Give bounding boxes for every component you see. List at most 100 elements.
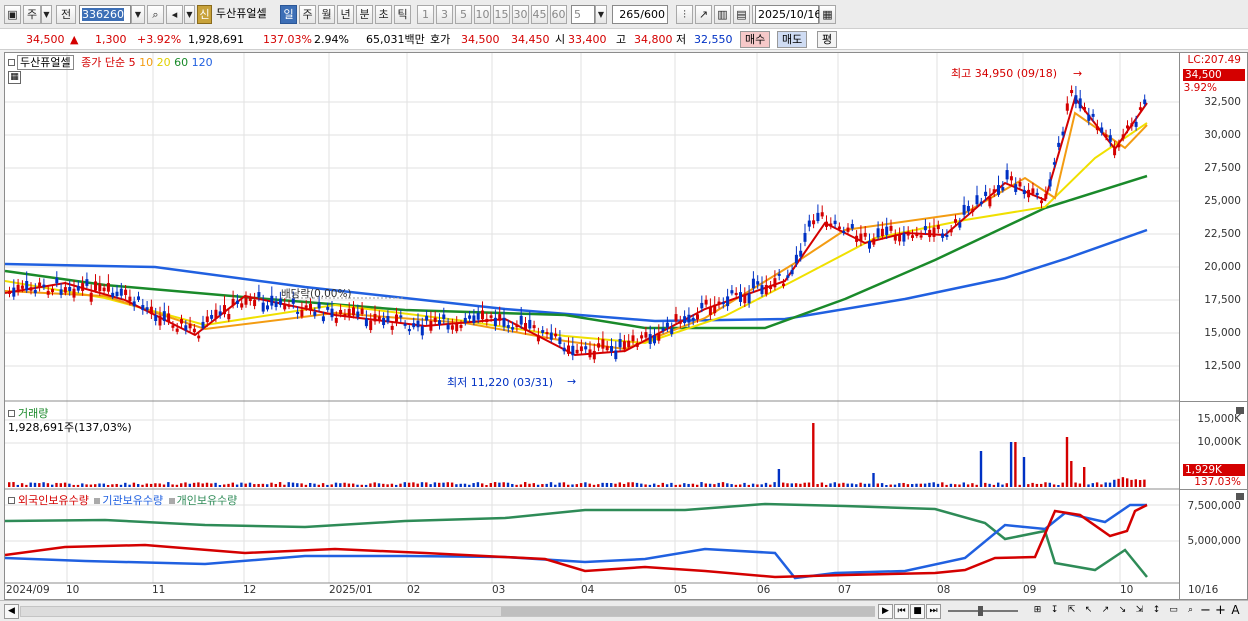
tool-icon-3[interactable]: ⇱ bbox=[1064, 604, 1079, 619]
chart-canvas[interactable]: →→ bbox=[5, 53, 1179, 599]
interval-label: 15 bbox=[494, 8, 509, 21]
period-minute-button[interactable]: 분 bbox=[356, 5, 373, 24]
prev-button[interactable]: 전 bbox=[56, 5, 76, 24]
calendar-icon[interactable]: ▦ bbox=[819, 5, 836, 24]
speaker-icon[interactable]: ◂ bbox=[166, 5, 183, 24]
candle-icon[interactable]: ⫶ bbox=[676, 5, 693, 24]
interval-5-button[interactable]: 5 bbox=[455, 5, 472, 24]
candle-body bbox=[235, 300, 239, 304]
scroll-track[interactable] bbox=[20, 606, 875, 617]
volume-bar bbox=[356, 484, 359, 487]
market-label: 주 bbox=[26, 8, 38, 21]
volume-bar bbox=[300, 483, 303, 487]
table-icon[interactable]: ▦ bbox=[8, 71, 21, 84]
tool-icon-1[interactable]: ⊞ bbox=[1030, 604, 1045, 619]
window-menu-icon[interactable]: ▣ bbox=[4, 5, 21, 24]
search-icon[interactable]: ⌕ bbox=[147, 5, 164, 24]
x-tick: 09 bbox=[1023, 584, 1037, 596]
scroll-right-icon[interactable]: ▶ bbox=[878, 604, 893, 619]
period-week-button[interactable]: 주 bbox=[299, 5, 316, 24]
volume-bar bbox=[923, 483, 927, 487]
period-year-button[interactable]: 년 bbox=[337, 5, 354, 24]
candle-body bbox=[132, 301, 136, 307]
last-page-icon[interactable]: ⏭ bbox=[926, 604, 941, 619]
maximize-icon[interactable] bbox=[1236, 493, 1244, 500]
tool-icon-8[interactable]: ↕ bbox=[1149, 604, 1164, 619]
candle-body bbox=[1057, 142, 1061, 147]
interval-10-button[interactable]: 10 bbox=[474, 5, 491, 24]
volume-bar bbox=[489, 483, 492, 487]
tool-icon-9[interactable]: ▭ bbox=[1166, 604, 1181, 619]
sell-button[interactable]: 매도 bbox=[777, 31, 808, 48]
legend-stock-name[interactable]: 두산퓨얼셀 bbox=[17, 55, 74, 70]
interval-45-button[interactable]: 45 bbox=[531, 5, 548, 24]
count-input[interactable]: 265/600 bbox=[612, 5, 668, 24]
candle-body bbox=[201, 321, 205, 328]
interval-60-button[interactable]: 60 bbox=[550, 5, 567, 24]
x-tick: 10 bbox=[66, 584, 80, 596]
volume-bar bbox=[334, 482, 338, 487]
stock-code-input[interactable]: 336260 bbox=[79, 5, 131, 24]
tool-icon-2[interactable]: ↧ bbox=[1047, 604, 1062, 619]
interval-1-button[interactable]: 1 bbox=[417, 5, 434, 24]
speaker-dropdown-icon[interactable]: ▼ bbox=[184, 5, 195, 24]
market-select[interactable]: 주 bbox=[23, 5, 41, 24]
candle-body bbox=[614, 350, 618, 360]
stop-icon[interactable]: ■ bbox=[910, 604, 925, 619]
interval-30-button[interactable]: 30 bbox=[512, 5, 529, 24]
zoom-out-icon[interactable]: − bbox=[1198, 604, 1213, 619]
volume-bar bbox=[906, 484, 910, 487]
x-tick: 10 bbox=[1120, 584, 1134, 596]
period-day-button[interactable]: 일 bbox=[280, 5, 297, 24]
candle-body bbox=[708, 306, 712, 315]
volume-bar bbox=[137, 484, 140, 487]
scroll-thumb[interactable] bbox=[501, 607, 875, 616]
buy-button[interactable]: 매수 bbox=[740, 31, 771, 48]
candle-body bbox=[33, 289, 37, 294]
toolbar: ▣ 주 ▼ 전 336260 ▼ ⌕ ◂ ▼ 신 두산퓨얼셀 일 주 월 년 분… bbox=[0, 0, 1248, 29]
interval-15-button[interactable]: 15 bbox=[493, 5, 510, 24]
high-annotation: 최고 34,950 (09/18) bbox=[951, 67, 1058, 80]
code-dropdown-icon[interactable]: ▼ bbox=[131, 5, 145, 24]
period-second-button[interactable]: 초 bbox=[375, 5, 392, 24]
interval-3-button[interactable]: 3 bbox=[436, 5, 453, 24]
volume-bar bbox=[162, 484, 166, 487]
volume-bar bbox=[154, 483, 157, 487]
eval-button[interactable]: 평 bbox=[817, 31, 838, 48]
tool-icon-7[interactable]: ⇲ bbox=[1132, 604, 1147, 619]
period-month-button[interactable]: 월 bbox=[318, 5, 335, 24]
candle-body bbox=[605, 346, 609, 351]
search-zoom-icon[interactable]: ⌕ bbox=[1183, 604, 1198, 619]
first-page-icon[interactable]: ⏮ bbox=[894, 604, 909, 619]
tool-icon-5[interactable]: ↗ bbox=[1098, 604, 1113, 619]
date-input[interactable]: 2025/10/16 bbox=[755, 5, 821, 24]
chart-panel[interactable]: → → 두산퓨얼셀 종가 단순 5 10 20 60 120 ▦ 최고 34,95… bbox=[4, 52, 1180, 600]
tool-icon-4[interactable]: ↖ bbox=[1081, 604, 1096, 619]
save-icon[interactable]: ▤ bbox=[733, 5, 750, 24]
zoom-in-icon[interactable]: + bbox=[1213, 604, 1228, 619]
market-dropdown-icon[interactable]: ▼ bbox=[41, 5, 52, 24]
volume-bar bbox=[192, 482, 196, 487]
auto-scale-icon[interactable]: A bbox=[1228, 604, 1243, 619]
candle-body bbox=[803, 232, 807, 242]
candle-body bbox=[743, 294, 747, 304]
candle-body bbox=[270, 295, 274, 306]
candle-body bbox=[928, 229, 932, 238]
low-label: 저 bbox=[676, 33, 687, 46]
volume-bar bbox=[549, 482, 553, 487]
volume-bar bbox=[902, 482, 905, 487]
line-tool-icon[interactable]: ↗ bbox=[695, 5, 712, 24]
ruler-icon[interactable]: ▥ bbox=[714, 5, 731, 24]
custom-interval-input[interactable]: 5 bbox=[571, 5, 595, 24]
volume-bar bbox=[248, 482, 252, 487]
zoom-slider-handle[interactable] bbox=[978, 606, 983, 616]
zoom-slider[interactable] bbox=[948, 606, 1018, 616]
period-tick-button[interactable]: 틱 bbox=[394, 5, 411, 24]
volume-bar bbox=[1027, 484, 1030, 487]
tool-icon-6[interactable]: ↘ bbox=[1115, 604, 1130, 619]
scroll-left-icon[interactable]: ◀ bbox=[4, 604, 19, 619]
interval-dropdown-icon[interactable]: ▼ bbox=[595, 5, 607, 24]
period-label: 틱 bbox=[397, 8, 408, 21]
candle-body bbox=[1087, 114, 1091, 121]
candle-body bbox=[683, 316, 687, 324]
